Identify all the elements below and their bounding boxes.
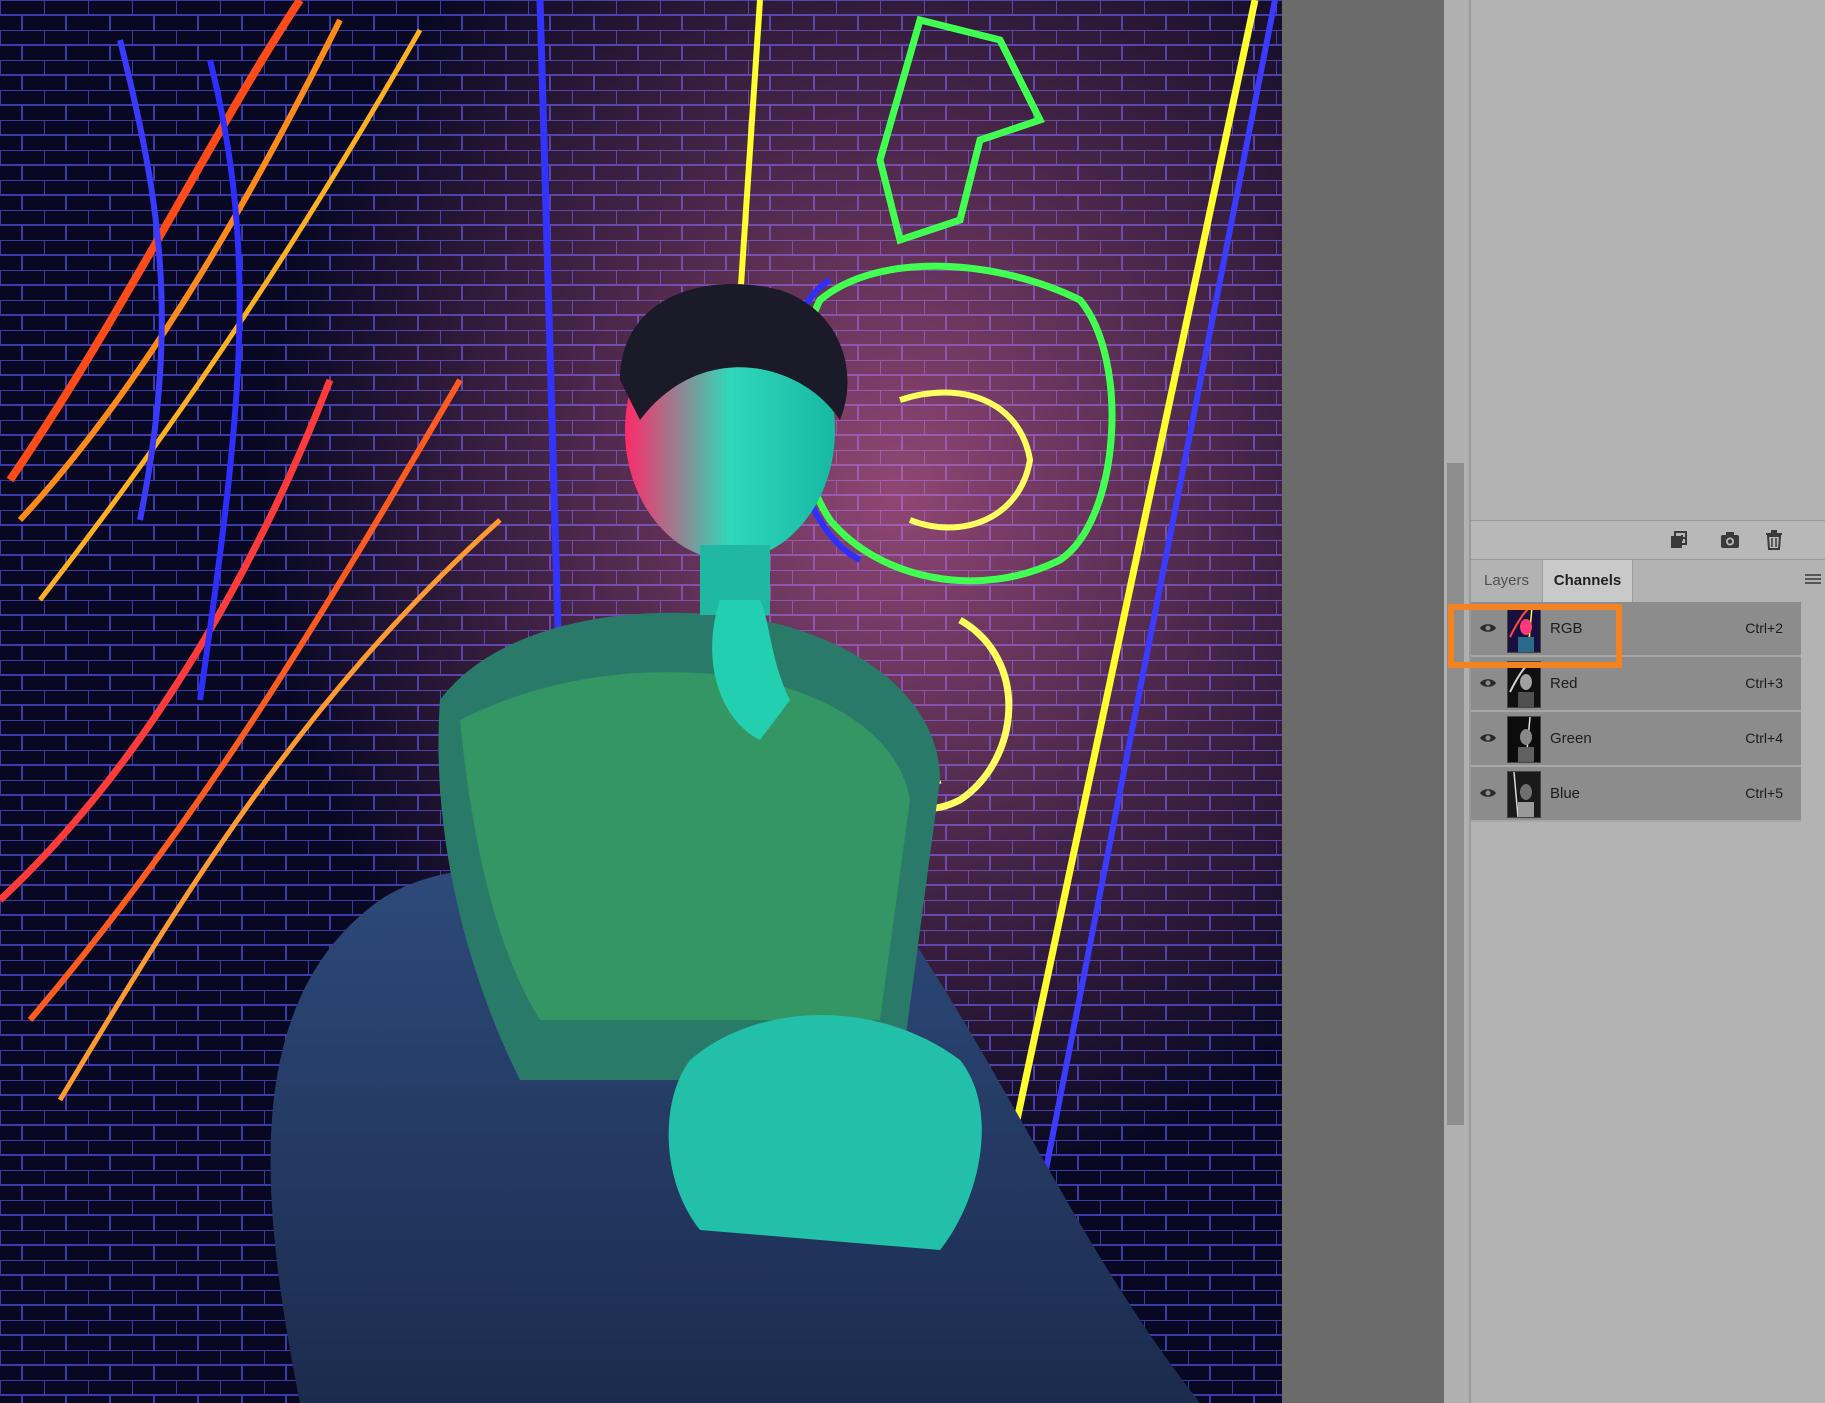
channel-row-green[interactable]: Green Ctrl+4 xyxy=(1471,712,1801,767)
channel-row-blue[interactable]: Blue Ctrl+5 xyxy=(1471,767,1801,822)
channel-shortcut: Ctrl+3 xyxy=(1745,675,1783,691)
channel-shortcut: Ctrl+2 xyxy=(1745,620,1783,636)
panel-tabs: Layers Channels xyxy=(1471,560,1825,602)
save-selection-as-channel-icon[interactable] xyxy=(1668,530,1690,550)
scrollbar-thumb[interactable] xyxy=(1447,463,1464,1125)
neon-portrait-photo xyxy=(0,0,1282,1403)
visibility-eye-icon[interactable] xyxy=(1479,621,1497,635)
channel-row-rgb[interactable]: RGB Ctrl+2 xyxy=(1471,602,1801,657)
channel-name: Red xyxy=(1550,675,1578,692)
hamburger-menu-icon[interactable] xyxy=(1805,574,1821,588)
visibility-eye-icon[interactable] xyxy=(1479,731,1497,745)
channels-toolbar xyxy=(1471,521,1825,560)
channel-thumbnail-blue xyxy=(1507,771,1541,818)
channel-shortcut: Ctrl+4 xyxy=(1745,730,1783,746)
document-canvas[interactable] xyxy=(0,0,1444,1403)
channel-thumbnail-red xyxy=(1507,661,1541,708)
channel-shortcut: Ctrl+5 xyxy=(1745,785,1783,801)
channel-name: Blue xyxy=(1550,785,1581,802)
right-panel: Layers Channels RGB Ctrl+2 Red Ctrl+3 Gr… xyxy=(1471,0,1825,1403)
visibility-eye-icon[interactable] xyxy=(1479,676,1497,690)
visibility-eye-icon[interactable] xyxy=(1479,786,1497,800)
trash-icon[interactable] xyxy=(1763,530,1785,550)
channel-name: RGB xyxy=(1550,620,1583,637)
channel-row-red[interactable]: Red Ctrl+3 xyxy=(1471,657,1801,712)
channel-thumbnail-rgb xyxy=(1507,606,1541,653)
channel-thumbnail-green xyxy=(1507,716,1541,763)
tab-layers[interactable]: Layers xyxy=(1471,560,1542,602)
channel-name: Green xyxy=(1550,730,1592,747)
channel-list: RGB Ctrl+2 Red Ctrl+3 Green Ctrl+4 Blue … xyxy=(1471,602,1801,822)
tab-channels[interactable]: Channels xyxy=(1542,560,1633,602)
camera-icon[interactable] xyxy=(1719,530,1741,550)
upper-panel-empty xyxy=(1471,0,1825,521)
